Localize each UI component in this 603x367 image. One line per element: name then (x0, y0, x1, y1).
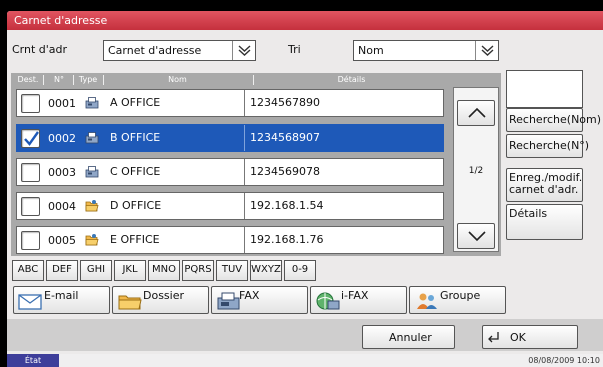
list-scroll-column: 1/2 (453, 87, 499, 252)
alpha-tab-tuv[interactable]: TUV (216, 260, 248, 281)
fax-icon (85, 96, 99, 110)
register-edit-button[interactable]: Enreg./modif. carnet d'adr. (506, 168, 583, 202)
chevron-down-icon (232, 41, 255, 60)
row-details: 1234567890 (250, 96, 320, 109)
address-row[interactable]: 0003 C OFFICE 1234569078 (16, 158, 444, 186)
group-filter-button[interactable]: Groupe (409, 286, 506, 314)
alpha-tab-pqrs[interactable]: PQRS (182, 260, 214, 281)
row-name: D OFFICE (110, 199, 162, 212)
row-divider (244, 90, 245, 116)
search-by-name-button[interactable]: Recherche(Nom) (506, 108, 601, 132)
ifax-filter-button[interactable]: i-FAX (310, 286, 407, 314)
row-number: 0004 (48, 200, 76, 213)
row-checkbox[interactable] (21, 231, 40, 250)
row-name: C OFFICE (110, 165, 161, 178)
alpha-tab-wxyz[interactable]: WXYZ (250, 260, 282, 281)
cancel-label: Annuler (389, 331, 432, 344)
fax-filter-label: FAX (239, 289, 260, 302)
address-row[interactable]: 0004 D OFFICE 192.168.1.54 (16, 192, 444, 220)
fax-filter-button[interactable]: FAX (211, 286, 308, 314)
address-book-select-value: Carnet d'adresse (108, 44, 202, 57)
scroll-down-button[interactable] (457, 223, 495, 249)
address-row[interactable]: 0001 A OFFICE 1234567890 (16, 89, 444, 117)
email-filter-button[interactable]: E-mail (13, 286, 110, 314)
row-number: 0003 (48, 166, 76, 179)
sort-select-value: Nom (358, 44, 384, 57)
ifax-filter-label: i-FAX (341, 289, 369, 302)
cancel-button[interactable]: Annuler (362, 325, 455, 349)
sort-label: Tri (288, 43, 301, 56)
status-bar: État 08/08/2009 10:10 (7, 354, 603, 367)
scroll-up-button[interactable] (457, 100, 495, 126)
row-divider (244, 159, 245, 185)
alpha-tab-abc[interactable]: ABC (12, 260, 44, 281)
chevron-down-icon (468, 231, 486, 242)
window-title: Carnet d'adresse (7, 11, 603, 30)
row-details: 1234569078 (250, 165, 320, 178)
row-checkbox[interactable] (21, 163, 40, 182)
ok-label: OK (510, 331, 526, 344)
folder-filter-label: Dossier (143, 289, 185, 302)
status-label[interactable]: État (7, 354, 59, 367)
column-divider (43, 75, 44, 85)
row-checkbox[interactable] (21, 94, 40, 113)
column-type: Type (78, 75, 98, 84)
row-divider (244, 193, 245, 219)
alpha-tab-mno[interactable]: MNO (148, 260, 180, 281)
address-book-window: Carnet d'adresse Crnt d'adr Carnet d'adr… (7, 11, 603, 367)
row-name: A OFFICE (110, 96, 161, 109)
ok-button[interactable]: OK (482, 325, 578, 349)
fax-icon (85, 131, 99, 145)
row-name: B OFFICE (110, 131, 161, 144)
row-number: 0005 (48, 234, 76, 247)
column-details: Détails (337, 75, 366, 84)
chevron-up-icon (468, 107, 486, 118)
folder-icon (118, 295, 142, 310)
chevron-down-icon (475, 41, 498, 60)
row-name: E OFFICE (110, 233, 160, 246)
page-indicator: 1/2 (468, 166, 484, 176)
screen: Carnet d'adresse Crnt d'adr Carnet d'adr… (0, 0, 603, 367)
row-number: 0001 (48, 97, 76, 110)
email-filter-label: E-mail (44, 289, 79, 302)
row-details: 192.168.1.76 (250, 233, 324, 246)
alpha-tab-jkl[interactable]: JKL (114, 260, 146, 281)
address-list: Dest. N° Type Nom Détails 0001 A OFFICE 12… (11, 73, 501, 256)
envelope-icon (18, 294, 42, 310)
group-icon (417, 293, 437, 309)
row-checkbox[interactable] (21, 197, 40, 216)
date-time: 08/08/2009 10:10 (528, 356, 600, 365)
folder-icon (85, 199, 99, 213)
row-details: 192.168.1.54 (250, 199, 324, 212)
current-address-book-label: Crnt d'adr (12, 43, 68, 56)
row-divider (244, 125, 245, 151)
address-row[interactable]: 0002 B OFFICE 1234568907 (16, 124, 444, 152)
checkmark-icon (24, 131, 39, 146)
column-dest: Dest. (17, 75, 39, 84)
alpha-tab-ghi[interactable]: GHI (80, 260, 112, 281)
row-checkbox[interactable] (21, 129, 40, 148)
details-button[interactable]: Détails (506, 204, 583, 240)
search-by-number-button[interactable]: Recherche(N°) (506, 134, 589, 158)
column-number: N° (54, 75, 64, 84)
group-filter-label: Groupe (440, 289, 481, 302)
folder-filter-button[interactable]: Dossier (112, 286, 209, 314)
fax-icon (85, 165, 99, 179)
folder-icon (85, 233, 99, 247)
alpha-tab-0-9[interactable]: 0-9 (284, 260, 316, 281)
sort-select[interactable]: Nom (353, 40, 499, 61)
alpha-tab-def[interactable]: DEF (46, 260, 78, 281)
row-number: 0002 (48, 132, 76, 145)
address-row[interactable]: 0005 E OFFICE 192.168.1.76 (16, 226, 444, 254)
column-name: Nom (168, 75, 187, 84)
internet-fax-icon (316, 292, 340, 310)
row-divider (244, 227, 245, 253)
enter-icon (488, 332, 499, 343)
address-book-select[interactable]: Carnet d'adresse (103, 40, 256, 61)
row-details: 1234568907 (250, 131, 320, 144)
search-display-box (506, 70, 583, 108)
register-edit-label-2: carnet d'adr. (509, 183, 579, 196)
